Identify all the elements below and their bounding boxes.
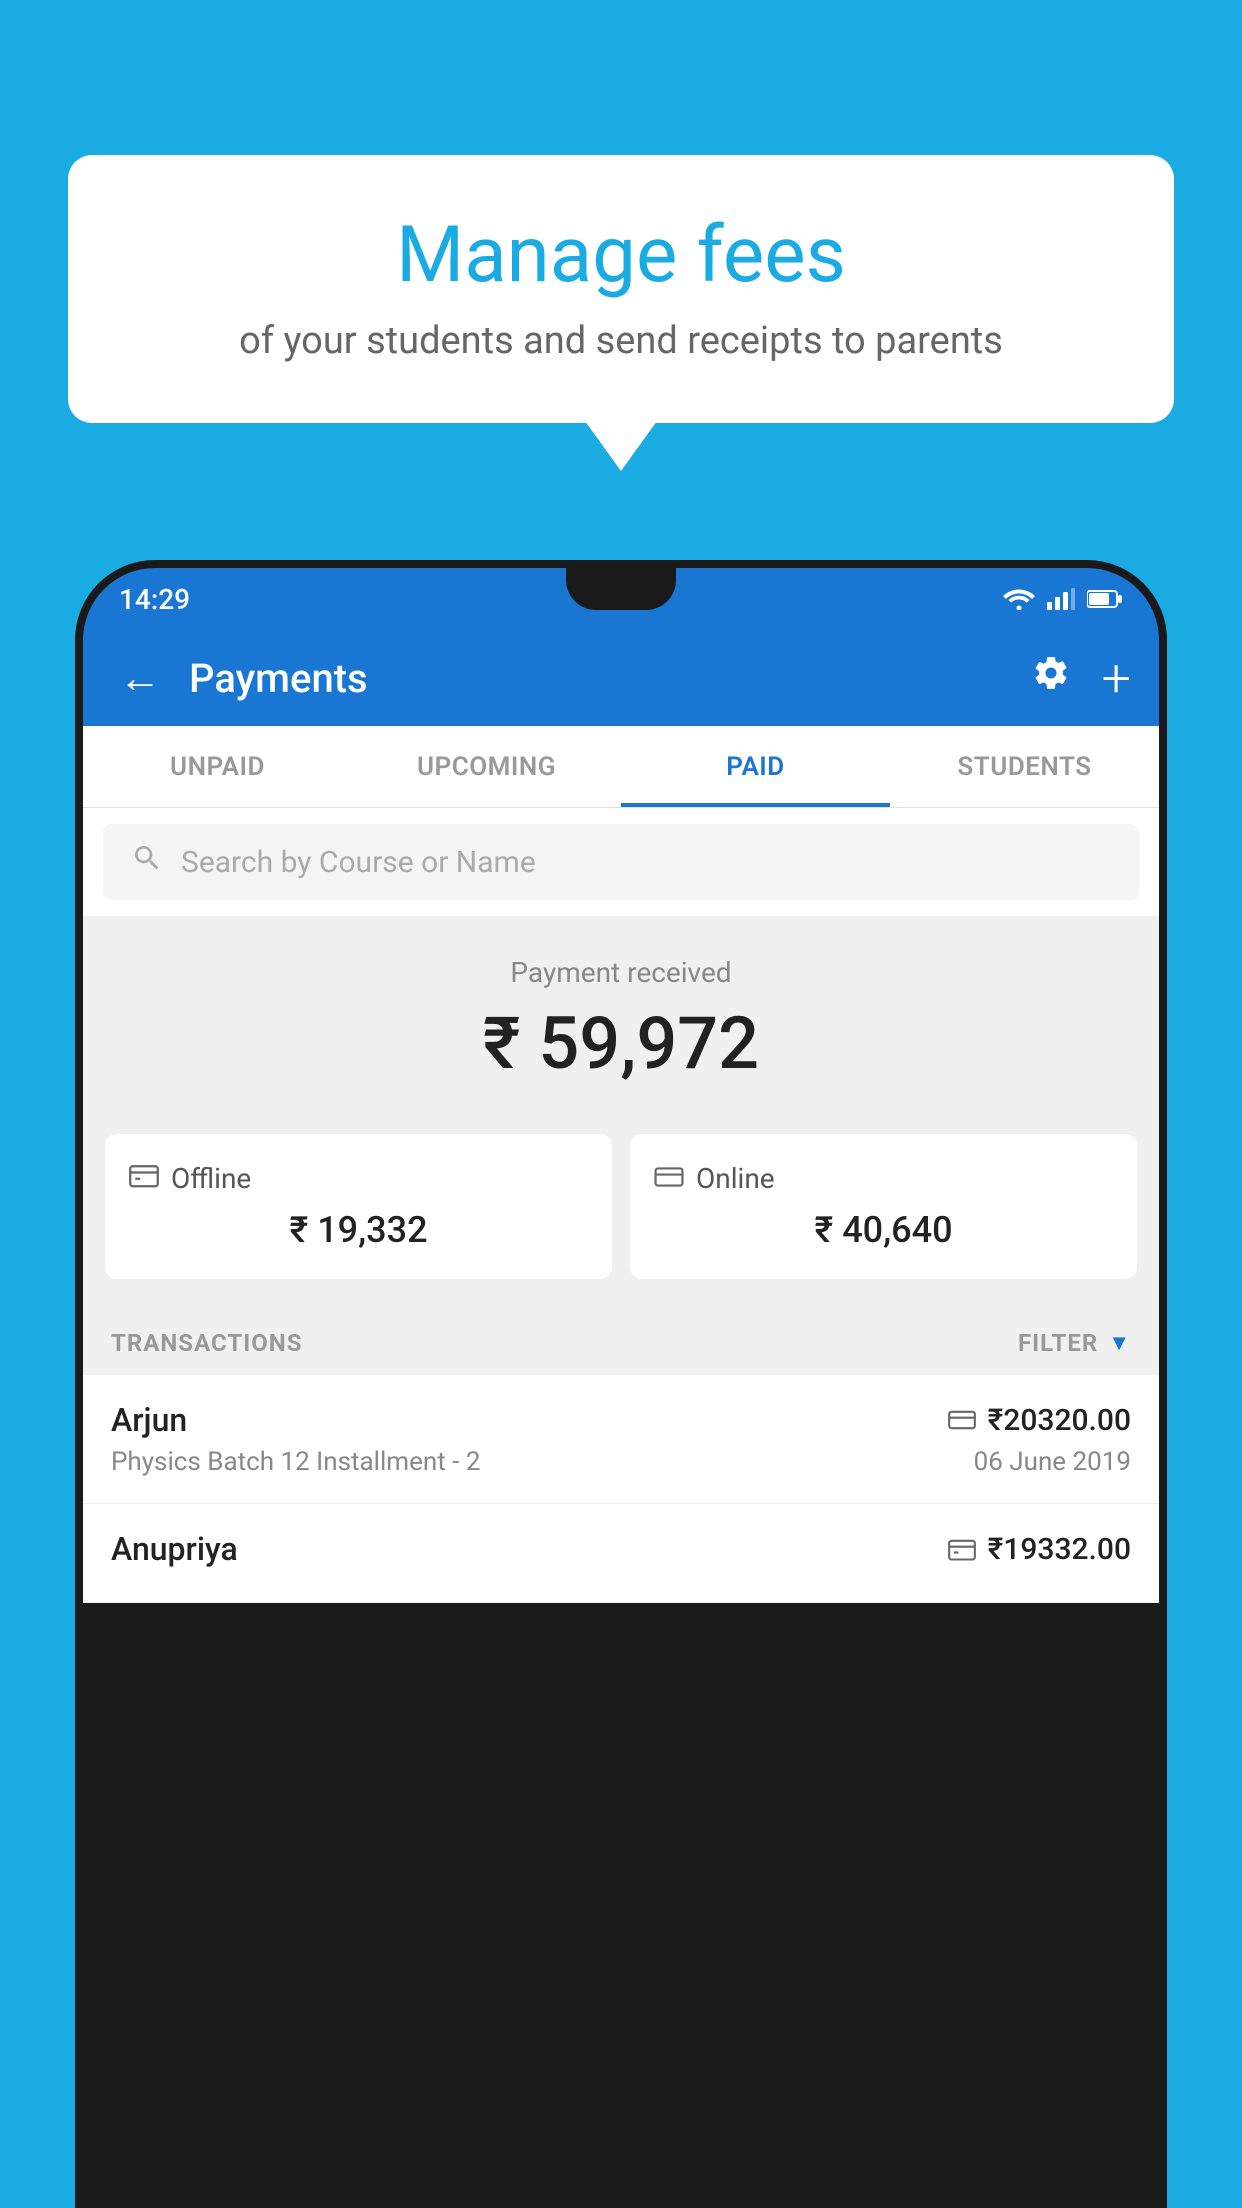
tabs-container: UNPAID UPCOMING PAID STUDENTS (83, 726, 1159, 808)
status-time: 14:29 (119, 583, 190, 616)
search-bar-container: Search by Course or Name (83, 808, 1159, 916)
tab-upcoming[interactable]: UPCOMING (352, 726, 621, 807)
online-payment-card: Online ₹ 40,640 (630, 1134, 1137, 1279)
phone-inner: 14:29 (83, 568, 1159, 2208)
payment-total-amount: ₹ 59,972 (111, 1001, 1131, 1086)
bubble-subtitle: of your students and send receipts to pa… (128, 319, 1114, 363)
payment-cards-row: Offline ₹ 19,332 Online ₹ 4 (83, 1116, 1159, 1307)
signal-icon (1047, 588, 1075, 610)
wifi-icon (1003, 588, 1035, 610)
settings-icon-button[interactable] (1032, 654, 1070, 702)
speech-bubble: Manage fees of your students and send re… (68, 155, 1174, 423)
notch (566, 568, 676, 610)
speech-bubble-container: Manage fees of your students and send re… (68, 155, 1174, 423)
online-card-top: Online (654, 1162, 1113, 1195)
online-payment-type-icon (948, 1409, 976, 1431)
transaction-item: Arjun ₹20320.00 Physics Batch 12 Install… (83, 1375, 1159, 1504)
transaction-row-top: Anupriya ₹19332.00 (111, 1530, 1131, 1568)
bubble-title: Manage fees (128, 210, 1114, 301)
page-title: Payments (189, 655, 1012, 702)
offline-card-amount: ₹ 19,332 (129, 1209, 588, 1251)
transactions-section-label: TRANSACTIONS (111, 1329, 303, 1357)
tab-paid[interactable]: PAID (621, 726, 890, 807)
back-button[interactable]: ← (111, 646, 169, 711)
search-bar[interactable]: Search by Course or Name (103, 824, 1139, 900)
transactions-header: TRANSACTIONS FILTER ▼ (83, 1307, 1159, 1375)
filter-label: FILTER (1018, 1329, 1098, 1357)
transaction-details: Physics Batch 12 Installment - 2 06 June… (111, 1447, 1131, 1477)
transaction-course: Physics Batch 12 Installment - 2 (111, 1447, 480, 1477)
filter-button[interactable]: FILTER ▼ (1018, 1329, 1131, 1357)
offline-card-label: Offline (171, 1162, 251, 1195)
phone-frame: 14:29 (75, 560, 1167, 2208)
offline-payment-icon (129, 1162, 159, 1195)
battery-icon (1087, 589, 1123, 609)
online-card-label: Online (696, 1162, 775, 1195)
transaction-item: Anupriya ₹19332.00 (83, 1504, 1159, 1603)
transaction-amount-row: ₹19332.00 (948, 1532, 1131, 1567)
status-bar: 14:29 (83, 568, 1159, 630)
online-payment-icon (654, 1162, 684, 1195)
online-card-amount: ₹ 40,640 (654, 1209, 1113, 1251)
offline-card-top: Offline (129, 1162, 588, 1195)
transaction-name: Anupriya (111, 1530, 238, 1568)
transaction-amount-row: ₹20320.00 (948, 1403, 1131, 1438)
transaction-row-top: Arjun ₹20320.00 (111, 1401, 1131, 1439)
transaction-name: Arjun (111, 1401, 187, 1439)
transaction-amount: ₹19332.00 (988, 1532, 1131, 1567)
app-content: Search by Course or Name Payment receive… (83, 808, 1159, 1603)
payment-section: Payment received ₹ 59,972 (83, 916, 1159, 1116)
status-icons (1003, 588, 1123, 610)
filter-icon: ▼ (1108, 1330, 1131, 1356)
offline-payment-type-icon (948, 1537, 976, 1561)
transaction-date: 06 June 2019 (974, 1447, 1131, 1477)
top-bar: ← Payments + (83, 630, 1159, 726)
search-placeholder: Search by Course or Name (181, 845, 536, 880)
offline-payment-card: Offline ₹ 19,332 (105, 1134, 612, 1279)
tab-students[interactable]: STUDENTS (890, 726, 1159, 807)
search-icon (131, 842, 163, 883)
add-icon-button[interactable]: + (1102, 648, 1131, 709)
tab-unpaid[interactable]: UNPAID (83, 726, 352, 807)
payment-label: Payment received (111, 956, 1131, 989)
transaction-amount: ₹20320.00 (988, 1403, 1131, 1438)
top-icons: + (1032, 648, 1131, 709)
